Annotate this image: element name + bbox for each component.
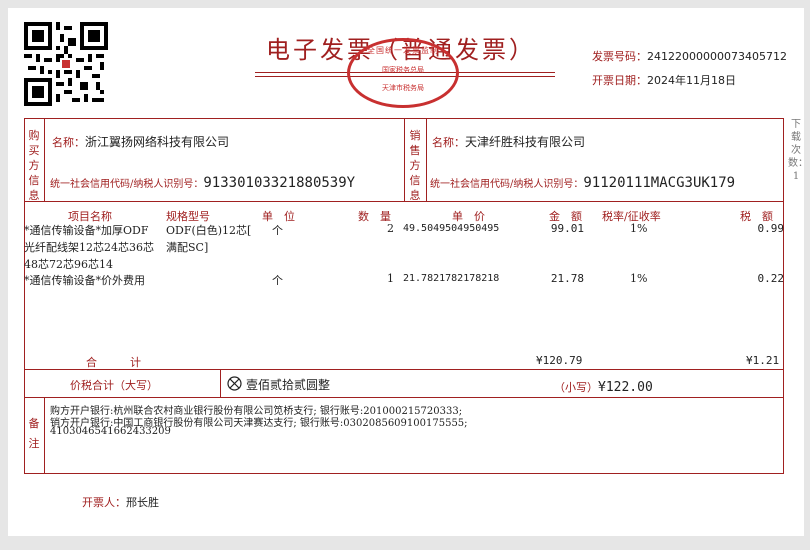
buyer-tax-row: 统一社会信用代码/纳税人识别号：91330103321880539Y	[50, 172, 355, 191]
item-name-line: 48芯72芯96芯14	[24, 258, 113, 271]
seller-name-row: 名称：天津纤胜科技有限公司	[432, 133, 585, 150]
seal-top-text: 全国统一发票监制	[367, 46, 439, 55]
remarks-label: 备注	[28, 417, 40, 450]
divider	[404, 118, 405, 201]
divider	[24, 201, 784, 202]
seal-bottom-text: 天津市税务局	[382, 84, 424, 92]
buyer-name-label: 名称：	[52, 136, 85, 149]
divider	[44, 397, 45, 474]
invoice-date: 2024年11月18日	[647, 74, 736, 87]
issuer-label: 开票人：	[82, 496, 126, 509]
item-name-line: *通信传输设备*加厚ODF	[24, 224, 149, 237]
divider	[24, 397, 784, 398]
item-tax-rate: 1%	[630, 222, 648, 235]
total-in-words-label: 价税合计（大写）	[70, 379, 158, 392]
item-tax: 0.99	[757, 222, 785, 235]
seal-middle-text: 国家税务总局	[382, 66, 424, 74]
download-count: 下载次数：1	[788, 119, 808, 182]
item-price: 21.7821782178218	[403, 273, 500, 284]
item-spec-line: 满配SC]	[166, 241, 209, 254]
item-name-line: *通信传输设备*价外费用	[24, 274, 145, 287]
issuer-name: 邢长胜	[126, 496, 159, 509]
buyer-tax-id: 91330103321880539Y	[203, 175, 356, 191]
item-name-line: 光纤配线架12芯24芯36芯	[24, 241, 154, 254]
total-label: 合 计	[86, 356, 141, 369]
total-small: ¥122.00	[598, 380, 653, 395]
total-small-label: （小写）	[554, 381, 598, 394]
item-tax-rate: 1%	[630, 272, 648, 285]
invoice-number-label: 发票号码：	[592, 50, 647, 63]
item-price: 49.5049504950495	[403, 223, 500, 234]
divider	[426, 118, 427, 201]
seller-tax-label: 统一社会信用代码/纳税人识别号：	[430, 179, 584, 190]
seller-tax-id: 91120111MACG3UK179	[583, 175, 736, 191]
seller-name: 天津纤胜科技有限公司	[465, 135, 586, 149]
buyer-section-label: 购买方信息	[28, 129, 40, 202]
header-price: 单 价	[452, 210, 485, 223]
item-unit: 个	[272, 224, 283, 237]
total-tax: ¥1.21	[746, 354, 780, 367]
cross-circle-icon	[227, 376, 242, 391]
total-amount: ¥120.79	[536, 354, 583, 367]
item-tax: 0.22	[757, 272, 785, 285]
buyer-tax-label: 统一社会信用代码/纳税人识别号：	[50, 179, 204, 190]
qr-code-icon	[24, 22, 108, 106]
item-qty: 2	[387, 222, 394, 235]
buyer-name-row: 名称：浙江翼扬网络科技有限公司	[52, 133, 229, 150]
invoice-date-label: 开票日期：	[592, 74, 647, 87]
invoice-number: 24122000000073405712	[647, 50, 787, 63]
item-amount: 99.01	[550, 222, 584, 235]
issuer-row: 开票人：邢长胜	[82, 494, 159, 510]
total-small-row: （小写）¥122.00	[554, 376, 653, 395]
total-in-words: 壹佰贰拾贰圆整	[246, 378, 331, 392]
invoice-date-row: 开票日期：2024年11月18日	[592, 72, 736, 88]
seller-name-label: 名称：	[432, 136, 465, 149]
item-spec-line: ODF(白色)12芯[	[166, 224, 252, 237]
buyer-name: 浙江翼扬网络科技有限公司	[85, 135, 230, 149]
divider	[220, 369, 221, 397]
invoice-number-row: 发票号码：24122000000073405712	[592, 48, 787, 64]
seller-tax-row: 统一社会信用代码/纳税人识别号：91120111MACG3UK179	[430, 172, 735, 191]
item-unit: 个	[272, 274, 283, 287]
seller-section-label: 销售方信息	[409, 129, 421, 202]
remarks-line: 4103046541662433209	[50, 426, 171, 437]
item-amount: 21.78	[550, 272, 584, 285]
divider	[44, 118, 45, 201]
tax-seal: 全国统一发票监制 国家税务总局 天津市税务局	[347, 38, 459, 108]
item-qty: 1	[387, 272, 394, 285]
